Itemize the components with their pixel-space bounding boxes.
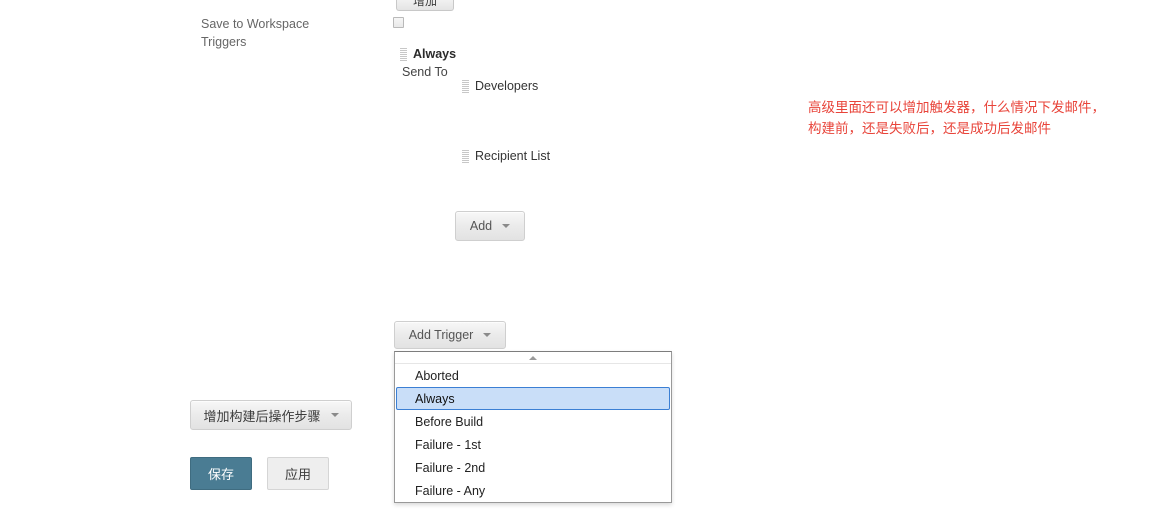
save-to-workspace-checkbox[interactable] <box>393 17 404 28</box>
add-trigger-button-label: Add Trigger <box>408 328 474 342</box>
trigger-row-always[interactable]: Always <box>400 47 456 61</box>
menu-item-before-build[interactable]: Before Build <box>396 410 670 433</box>
menu-item-always[interactable]: Always <box>396 387 670 410</box>
apply-button[interactable]: 应用 <box>267 457 329 490</box>
add-post-build-action-button[interactable]: 增加构建后操作步骤 <box>190 400 352 430</box>
add-trigger-button[interactable]: Add Trigger <box>394 321 506 349</box>
recipient-row-recipient-list[interactable]: Recipient List <box>462 149 550 163</box>
drag-handle-icon[interactable] <box>462 80 469 93</box>
label-triggers: Triggers <box>201 35 247 49</box>
menu-item-failure-2nd[interactable]: Failure - 2nd <box>396 456 670 479</box>
save-button[interactable]: 保存 <box>190 457 252 490</box>
add-trigger-dropdown-menu[interactable]: Aborted Always Before Build Failure - 1s… <box>394 351 672 503</box>
label-save-to-workspace: Save to Workspace <box>201 17 310 31</box>
annotation-line-1: 高级里面还可以增加触发器，什么情况下发邮件， <box>808 100 1105 116</box>
menu-item-aborted[interactable]: Aborted <box>396 364 670 387</box>
recipient-row-developers[interactable]: Developers <box>462 79 538 93</box>
add-recipient-button[interactable]: Add <box>455 211 525 241</box>
recipient-label: Recipient List <box>475 149 551 163</box>
add-partial-button[interactable]: 增加 <box>396 0 454 11</box>
menu-item-failure-any[interactable]: Failure - Any <box>396 479 670 502</box>
chevron-down-icon[interactable] <box>330 413 339 417</box>
send-to-label: Send To <box>402 65 448 79</box>
drag-handle-icon[interactable] <box>462 150 469 163</box>
apply-button-label: 应用 <box>284 468 311 483</box>
scroll-up-arrow-icon[interactable] <box>395 352 671 364</box>
menu-item-failure-1st[interactable]: Failure - 1st <box>396 433 670 456</box>
chevron-down-icon[interactable] <box>483 333 492 337</box>
recipient-label: Developers <box>475 79 539 93</box>
add-button-label: Add <box>469 219 493 233</box>
save-button-label: 保存 <box>207 468 234 483</box>
annotation-text: 高级里面还可以增加触发器，什么情况下发邮件， 构建前，还是失败后，还是成功后发邮… <box>808 98 1105 140</box>
trigger-label: Always <box>413 47 457 61</box>
drag-handle-icon[interactable] <box>400 48 407 61</box>
annotation-line-2: 构建前，还是失败后，还是成功后发邮件 <box>808 121 1051 137</box>
add-post-build-action-label: 增加构建后操作步骤 <box>203 409 321 425</box>
chevron-down-icon[interactable] <box>502 224 511 228</box>
